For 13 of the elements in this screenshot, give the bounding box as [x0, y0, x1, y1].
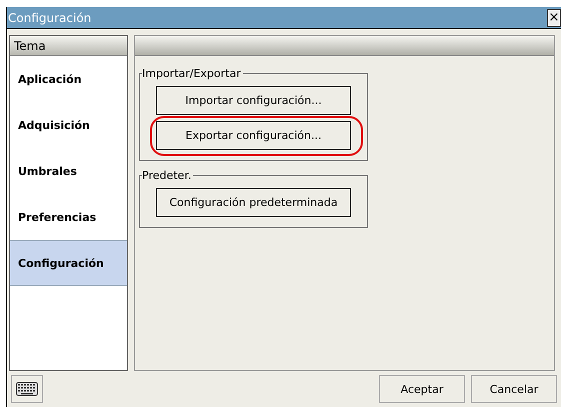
dialog-button[interactable]: Aceptar: [379, 375, 465, 403]
action-button[interactable]: Importar configuración...: [156, 86, 351, 115]
sidebar-item[interactable]: Configuración: [10, 240, 127, 286]
keyboard-icon: [16, 382, 38, 396]
group-title: Importar/Exportar: [142, 67, 242, 80]
action-button[interactable]: Configuración predeterminada: [156, 188, 351, 217]
group-title: Predeter.: [142, 169, 192, 182]
sidebar-header: Tema: [10, 36, 127, 56]
keyboard-button[interactable]: [11, 375, 43, 403]
window-title: Configuración: [7, 10, 92, 24]
action-button[interactable]: Exportar configuración...: [156, 121, 351, 150]
dialog-button[interactable]: Cancelar: [471, 375, 557, 403]
close-button[interactable]: ×: [547, 8, 561, 26]
